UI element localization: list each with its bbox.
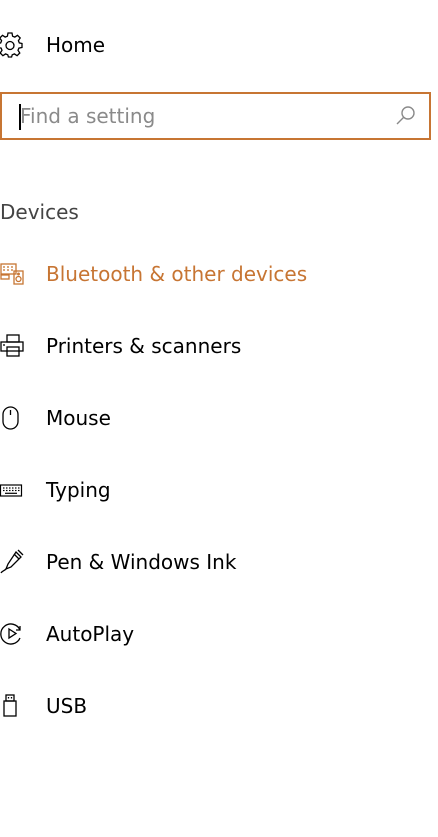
home-label: Home <box>46 33 106 57</box>
search-box[interactable] <box>0 92 431 140</box>
nav-item-printers[interactable]: Printers & scanners <box>0 322 430 370</box>
autoplay-icon <box>0 621 26 647</box>
nav-item-label: Mouse <box>46 406 111 430</box>
nav-item-bluetooth[interactable]: Bluetooth & other devices <box>0 250 430 298</box>
nav-item-label: Bluetooth & other devices <box>46 262 308 286</box>
nav-item-label: USB <box>46 694 88 718</box>
gear-icon <box>0 32 23 58</box>
bluetooth-devices-icon <box>0 261 26 287</box>
home-nav-item[interactable]: Home <box>0 26 300 64</box>
nav-item-usb[interactable]: USB <box>0 682 430 730</box>
nav-item-label: Typing <box>46 478 111 502</box>
nav-item-pen[interactable]: Pen & Windows Ink <box>0 538 430 586</box>
nav-item-label: Pen & Windows Ink <box>46 550 237 574</box>
usb-icon <box>0 693 26 719</box>
search-icon[interactable] <box>395 105 417 127</box>
mouse-icon <box>0 405 26 431</box>
printer-icon <box>0 333 26 359</box>
nav-item-mouse[interactable]: Mouse <box>0 394 430 442</box>
nav-item-typing[interactable]: Typing <box>0 466 430 514</box>
section-header-devices: Devices <box>0 200 79 224</box>
nav-item-label: Printers & scanners <box>46 334 242 358</box>
nav-item-label: AutoPlay <box>46 622 135 646</box>
settings-nav-pane: Home Devices Bluetooth & other <box>0 0 438 837</box>
keyboard-icon <box>0 477 26 503</box>
search-input[interactable] <box>16 94 390 138</box>
pen-icon <box>0 549 26 575</box>
nav-item-autoplay[interactable]: AutoPlay <box>0 610 430 658</box>
text-caret <box>19 104 21 130</box>
